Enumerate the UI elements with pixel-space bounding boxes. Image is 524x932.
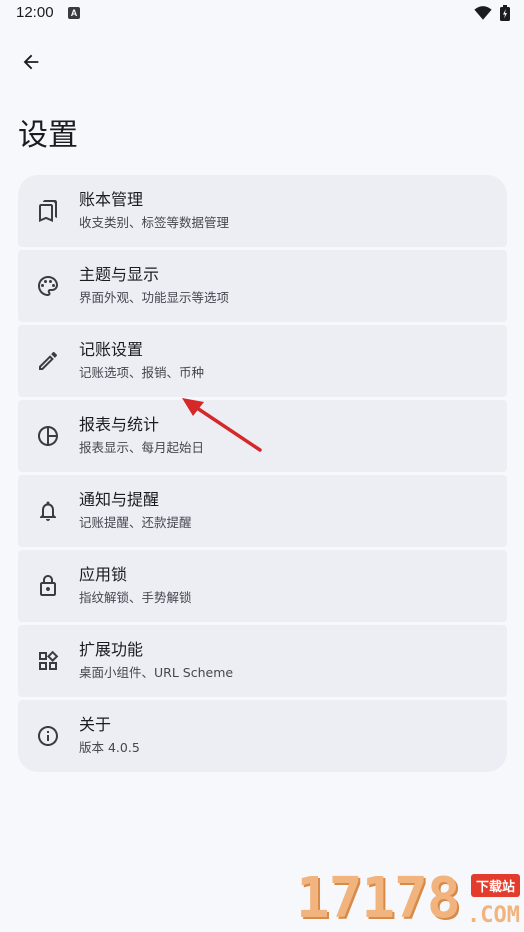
widgets-icon (36, 649, 60, 673)
settings-item-title: 账本管理 (79, 190, 144, 209)
status-bar: 12:00 A (0, 0, 524, 28)
settings-item-subtitle: 记账提醒、还款提醒 (79, 515, 192, 530)
settings-item-text: 主题与显示 界面外观、功能显示等选项 (79, 264, 229, 308)
settings-item-text: 记账设置 记账选项、报销、币种 (79, 339, 204, 383)
settings-item-about[interactable]: 关于 版本 4.0.5 (18, 700, 507, 772)
settings-item-theme[interactable]: 主题与显示 界面外观、功能显示等选项 (18, 250, 507, 322)
settings-item-title: 主题与显示 (79, 265, 160, 284)
battery-icon (500, 5, 510, 21)
settings-item-subtitle: 记账选项、报销、币种 (79, 365, 205, 380)
status-icons (474, 5, 510, 21)
settings-item-bookkeeping[interactable]: 记账设置 记账选项、报销、币种 (18, 325, 507, 397)
settings-item-text: 通知与提醒 记账提醒、还款提醒 (79, 489, 192, 533)
wifi-icon (474, 6, 492, 20)
settings-item-app-lock[interactable]: 应用锁 指纹解锁、手势解锁 (18, 550, 507, 622)
settings-item-subtitle: 报表显示、每月起始日 (79, 440, 205, 455)
settings-item-ledger[interactable]: 账本管理 收支类别、标签等数据管理 (18, 175, 507, 247)
watermark-logo: 17178 下载站 .COM (296, 868, 520, 930)
arrow-back-icon (23, 54, 39, 70)
settings-item-text: 扩展功能 桌面小组件、URL Scheme (79, 639, 233, 683)
status-time: 12:00 (16, 4, 54, 21)
settings-item-text: 应用锁 指纹解锁、手势解锁 (79, 564, 192, 608)
settings-list: 账本管理 收支类别、标签等数据管理 主题与显示 界面外观、功能显示等选项 记账设… (18, 175, 507, 772)
settings-item-text: 账本管理 收支类别、标签等数据管理 (79, 189, 229, 233)
settings-item-subtitle: 界面外观、功能显示等选项 (79, 290, 230, 305)
bookmarks-icon (36, 199, 60, 223)
pie-chart-icon (36, 424, 60, 448)
settings-item-subtitle: 指纹解锁、手势解锁 (79, 590, 192, 605)
settings-item-subtitle: 桌面小组件、URL Scheme (79, 665, 234, 680)
settings-item-title: 报表与统计 (79, 415, 160, 434)
settings-item-reports[interactable]: 报表与统计 报表显示、每月起始日 (18, 400, 507, 472)
bell-icon (36, 499, 60, 523)
pencil-icon (36, 349, 60, 373)
notification-badge-icon: A (68, 7, 80, 19)
settings-item-title: 记账设置 (79, 340, 144, 359)
settings-item-subtitle: 版本 4.0.5 (79, 740, 140, 755)
settings-item-extensions[interactable]: 扩展功能 桌面小组件、URL Scheme (18, 625, 507, 697)
settings-item-title: 关于 (79, 715, 112, 734)
info-icon (36, 724, 60, 748)
settings-item-text: 关于 版本 4.0.5 (79, 714, 140, 758)
settings-item-title: 应用锁 (79, 565, 128, 584)
palette-icon (36, 274, 60, 298)
page-title: 设置 (18, 118, 78, 153)
back-button[interactable] (12, 45, 50, 79)
watermark-suffix: .COM (467, 903, 520, 928)
settings-item-title: 通知与提醒 (79, 490, 160, 509)
settings-item-text: 报表与统计 报表显示、每月起始日 (79, 414, 204, 458)
watermark-badge: 下载站 (470, 874, 520, 897)
settings-item-notifications[interactable]: 通知与提醒 记账提醒、还款提醒 (18, 475, 507, 547)
settings-item-subtitle: 收支类别、标签等数据管理 (79, 215, 230, 230)
settings-item-title: 扩展功能 (79, 640, 144, 659)
lock-icon (36, 574, 60, 598)
watermark-digits: 17178 (296, 866, 461, 931)
